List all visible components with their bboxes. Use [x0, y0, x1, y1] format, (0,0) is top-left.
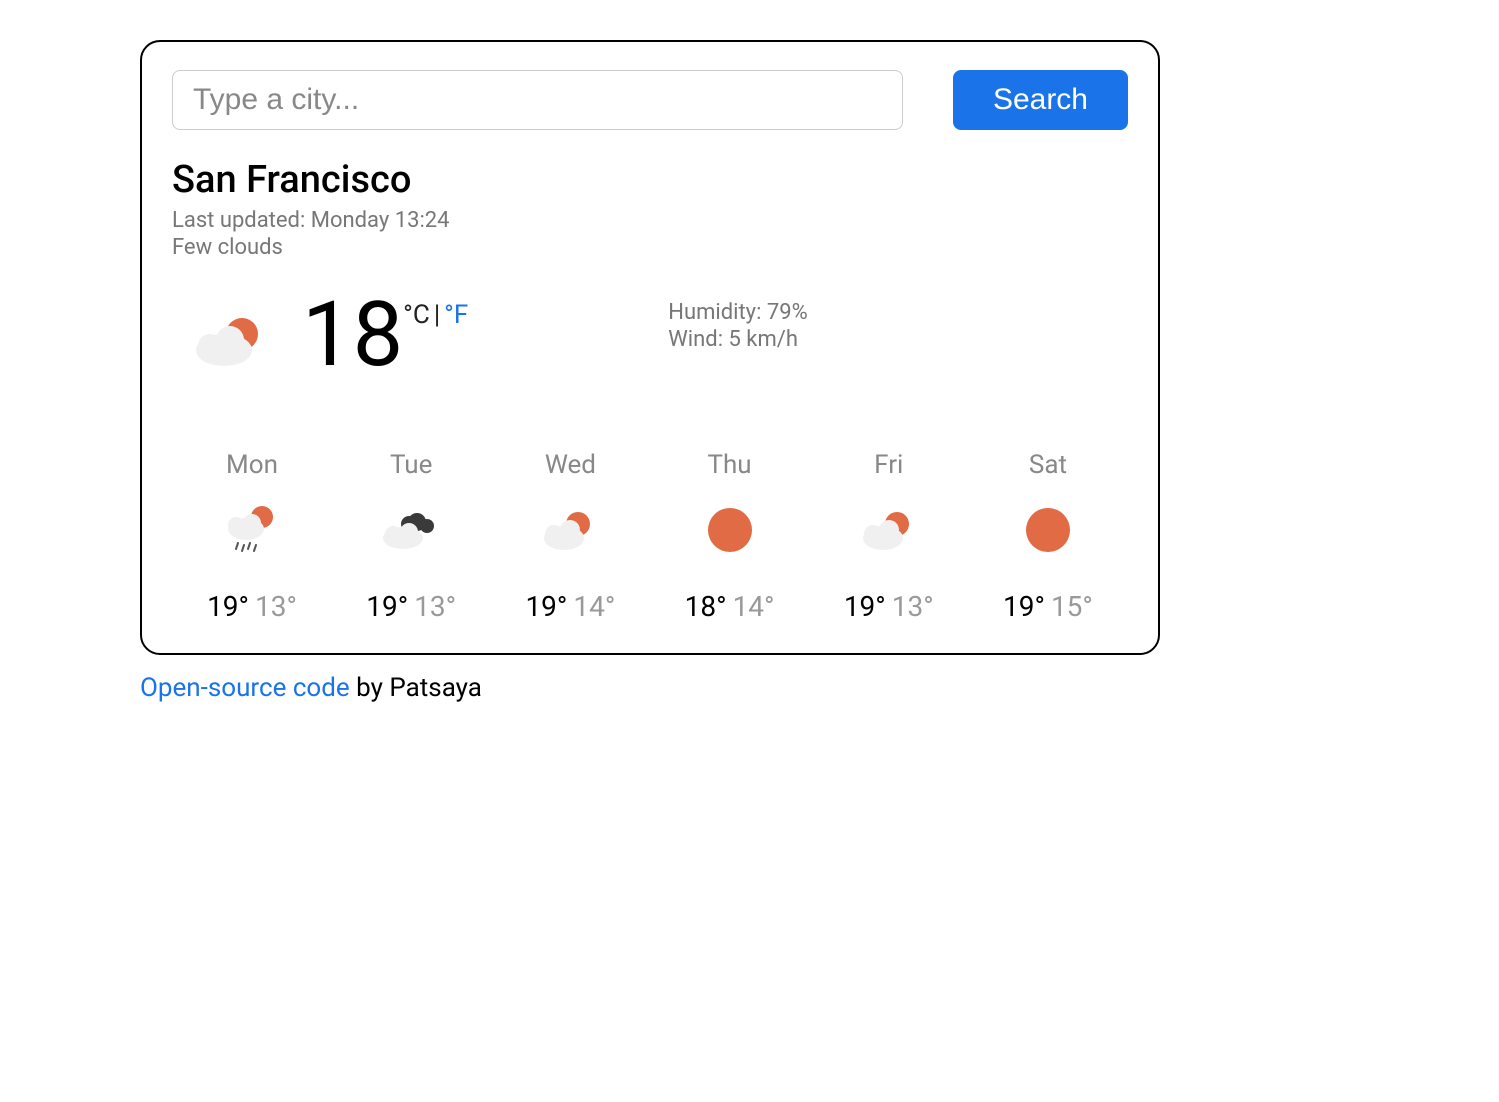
- forecast-temps: 18°14°: [685, 590, 775, 623]
- forecast-high: 18°: [685, 590, 727, 623]
- weather-details: Humidity: 79% Wind: 5 km/h: [668, 300, 807, 354]
- last-updated-value: Monday 13:24: [311, 208, 450, 233]
- forecast-low: 13°: [892, 590, 934, 623]
- forecast-low: 15°: [1051, 590, 1093, 623]
- forecast-low: 13°: [255, 590, 297, 623]
- forecast-temps: 19°13°: [366, 590, 456, 623]
- rain-sun-icon: [222, 500, 282, 560]
- forecast-high: 19°: [844, 590, 886, 623]
- footer-author: by Patsaya: [350, 673, 482, 703]
- unit-fahrenheit[interactable]: °F: [444, 300, 468, 330]
- city-search-input[interactable]: [172, 70, 903, 130]
- last-updated-prefix: Last updated:: [172, 208, 311, 233]
- temperature-block: 18 °C | °F: [302, 290, 468, 380]
- forecast-day: Thu 18°14°: [660, 450, 800, 623]
- forecast-day: Sat 19°15°: [978, 450, 1118, 623]
- forecast-high: 19°: [207, 590, 249, 623]
- current-temp: 18: [302, 290, 403, 380]
- partly-cloudy-icon: [859, 500, 919, 560]
- forecast-day-label: Fri: [874, 450, 903, 480]
- forecast-day-label: Thu: [707, 450, 751, 480]
- forecast-day: Wed 19°14°: [500, 450, 640, 623]
- forecast-low: 14°: [573, 590, 615, 623]
- cloudy-dark-icon: [381, 500, 441, 560]
- search-row: Search: [172, 70, 1128, 130]
- footer: Open-source code by Patsaya: [140, 673, 1459, 703]
- forecast-temps: 19°13°: [844, 590, 934, 623]
- unit-celsius[interactable]: °C: [403, 300, 430, 330]
- forecast-low: 13°: [414, 590, 456, 623]
- forecast-day: Fri 19°13°: [819, 450, 959, 623]
- forecast-temps: 19°15°: [1003, 590, 1093, 623]
- weather-description: Few clouds: [172, 235, 1128, 260]
- wind-label: Wind:: [668, 327, 728, 352]
- forecast-day: Tue 19°13°: [341, 450, 481, 623]
- forecast-day-label: Sat: [1029, 450, 1067, 480]
- source-code-link[interactable]: Open-source code: [140, 673, 350, 703]
- current-conditions: 18 °C | °F Humidity: 79% Wind: 5 km/h: [172, 290, 1128, 380]
- forecast-row: Mon19°13°Tue19°13°Wed19°14°Thu18°14°Fri1…: [172, 450, 1128, 623]
- weather-card: Search San Francisco Last updated: Monda…: [140, 40, 1160, 655]
- unit-separator: |: [434, 300, 440, 330]
- wind-value: 5 km/h: [728, 327, 797, 352]
- forecast-day: Mon 19°13°: [182, 450, 322, 623]
- humidity: Humidity: 79%: [668, 300, 807, 325]
- forecast-high: 19°: [525, 590, 567, 623]
- city-name: San Francisco: [172, 158, 1128, 202]
- forecast-temps: 19°14°: [525, 590, 615, 623]
- wind: Wind: 5 km/h: [668, 327, 807, 352]
- humidity-label: Humidity:: [668, 300, 767, 325]
- last-updated: Last updated: Monday 13:24: [172, 208, 1128, 233]
- unit-toggle: °C | °F: [403, 300, 468, 330]
- forecast-day-label: Mon: [226, 450, 278, 480]
- current-weather-icon: [172, 310, 292, 370]
- partly-cloudy-icon: [540, 500, 600, 560]
- search-button[interactable]: Search: [953, 70, 1128, 130]
- forecast-day-label: Wed: [545, 450, 596, 480]
- forecast-high: 19°: [1003, 590, 1045, 623]
- sunny-icon: [705, 500, 755, 560]
- humidity-value: 79%: [767, 300, 808, 325]
- forecast-temps: 19°13°: [207, 590, 297, 623]
- forecast-high: 19°: [366, 590, 408, 623]
- sunny-icon: [1023, 500, 1073, 560]
- forecast-day-label: Tue: [390, 450, 432, 480]
- forecast-low: 14°: [733, 590, 775, 623]
